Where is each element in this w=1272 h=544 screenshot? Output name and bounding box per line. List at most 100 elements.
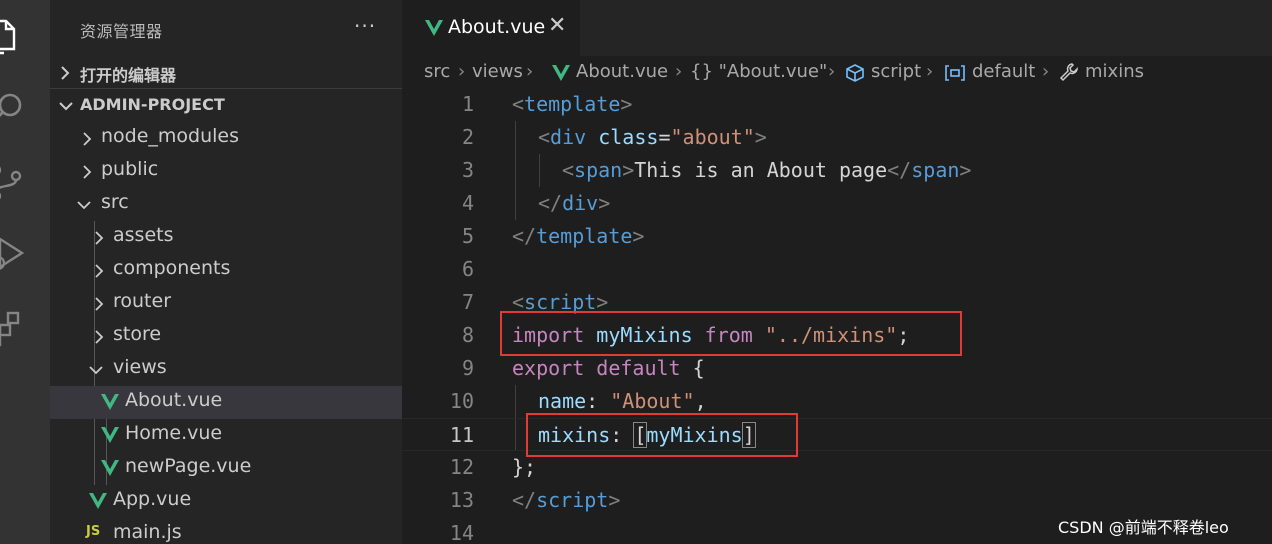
tree-item-assets[interactable]: assets bbox=[50, 221, 402, 254]
line-number: 4 bbox=[461, 191, 474, 215]
tab-about-vue[interactable]: About.vue ✕ bbox=[402, 0, 580, 56]
tree-item-label: public bbox=[101, 158, 159, 180]
line-number: 12 bbox=[449, 455, 474, 479]
code-text: </script> bbox=[512, 488, 621, 512]
breadcrumb: src › views › About.vue › {} "About.vue"… bbox=[402, 56, 1272, 88]
chevron-right-icon bbox=[61, 66, 70, 80]
editor-area: About.vue ✕ src › views › About.vue › {}… bbox=[402, 0, 1272, 544]
project-label: ADMIN-PROJECT bbox=[80, 95, 225, 114]
line-number: 9 bbox=[461, 356, 474, 380]
line-number: 8 bbox=[461, 323, 474, 347]
close-icon[interactable]: ✕ bbox=[548, 13, 566, 38]
tree-item-node-modules[interactable]: node_modules bbox=[50, 122, 402, 155]
tree-item-src[interactable]: src bbox=[50, 188, 402, 221]
wrench-icon bbox=[1059, 63, 1078, 82]
line-number: 6 bbox=[461, 257, 474, 281]
breadcrumb-item[interactable]: src bbox=[424, 61, 450, 82]
breadcrumb-separator: › bbox=[1042, 61, 1050, 82]
code-text: </div> bbox=[538, 191, 611, 215]
tree-item-newpage-vue[interactable]: newPage.vue bbox=[50, 452, 402, 485]
tree-item-label: App.vue bbox=[113, 488, 192, 510]
tree-item-label: newPage.vue bbox=[125, 455, 252, 477]
breadcrumb-separator: › bbox=[926, 61, 934, 82]
tree-item-label: components bbox=[113, 257, 231, 279]
vue-file-icon bbox=[101, 460, 119, 476]
tree-item-home-vue[interactable]: Home.vue bbox=[50, 419, 402, 452]
tree-item-public[interactable]: public bbox=[50, 155, 402, 188]
tree-item-label: views bbox=[113, 356, 167, 378]
tree-item-label: router bbox=[113, 290, 172, 312]
chevron-right-icon bbox=[95, 264, 104, 278]
chevron-right-icon bbox=[83, 132, 92, 146]
code-line: 6 bbox=[402, 253, 1272, 286]
run-debug-icon[interactable] bbox=[0, 228, 50, 278]
code-text: export default { bbox=[512, 356, 705, 380]
line-number: 3 bbox=[461, 158, 474, 182]
explorer-icon[interactable] bbox=[0, 10, 50, 60]
code-line: 1 <template> bbox=[402, 88, 1272, 121]
vue-file-icon bbox=[101, 394, 119, 410]
breadcrumb-separator: › bbox=[675, 61, 683, 82]
watermark: CSDN @前端不释卷leo bbox=[1058, 518, 1229, 537]
line-number: 7 bbox=[461, 290, 474, 314]
open-editors-section[interactable]: 打开的编辑器 bbox=[50, 56, 402, 89]
breadcrumb-item[interactable]: default bbox=[972, 61, 1035, 82]
breadcrumb-item[interactable]: mixins bbox=[1085, 61, 1144, 82]
breadcrumb-item[interactable]: views bbox=[472, 61, 523, 82]
project-section[interactable]: ADMIN-PROJECT bbox=[50, 89, 402, 122]
breadcrumb-item[interactable]: script bbox=[871, 61, 921, 82]
line-number: 11 bbox=[449, 423, 474, 447]
vue-file-icon bbox=[425, 20, 443, 36]
chevron-right-icon bbox=[95, 231, 104, 245]
tree-item-store[interactable]: store bbox=[50, 320, 402, 353]
tree-item-label: assets bbox=[113, 224, 174, 246]
vue-file-icon bbox=[552, 65, 570, 81]
code-line: 5 </template> bbox=[402, 220, 1272, 253]
line-number: 2 bbox=[461, 125, 474, 149]
line-number: 5 bbox=[461, 224, 474, 248]
code-line: 13 </script> bbox=[402, 484, 1272, 517]
tree-item-label: node_modules bbox=[101, 125, 240, 147]
tree-item-views[interactable]: views bbox=[50, 353, 402, 386]
js-file-icon: JS bbox=[86, 524, 101, 539]
breadcrumb-separator: › bbox=[458, 61, 466, 82]
chevron-down-icon bbox=[77, 201, 91, 210]
search-icon[interactable] bbox=[0, 84, 50, 134]
code-text: <span>This is an About page</span> bbox=[562, 158, 972, 182]
code-editor[interactable]: 1 <template> 2 <div class="about"> 3 <sp… bbox=[402, 88, 1272, 544]
breadcrumb-item[interactable]: About.vue bbox=[576, 61, 668, 82]
chevron-right-icon bbox=[95, 330, 104, 344]
tree-item-components[interactable]: components bbox=[50, 254, 402, 287]
tree-item-about-vue[interactable]: About.vue bbox=[50, 386, 402, 419]
code-text: }; bbox=[512, 455, 537, 479]
explorer-sidebar: 资源管理器 ··· 打开的编辑器 ADMIN-PROJECT node_modu… bbox=[50, 0, 402, 544]
source-control-icon[interactable] bbox=[0, 157, 50, 207]
tree-item-main-js[interactable]: JS main.js bbox=[50, 518, 402, 544]
tree-item-label: store bbox=[113, 323, 162, 345]
extensions-icon[interactable] bbox=[0, 302, 50, 352]
tree-item-label: About.vue bbox=[125, 389, 223, 411]
breadcrumb-separator: › bbox=[526, 61, 534, 82]
more-actions-icon[interactable]: ··· bbox=[354, 14, 376, 38]
tree-item-label: src bbox=[101, 191, 129, 213]
tree-item-router[interactable]: router bbox=[50, 287, 402, 320]
code-line: 2 <div class="about"> bbox=[402, 121, 1272, 154]
code-text: <div class="about"> bbox=[538, 125, 767, 149]
line-number: 1 bbox=[461, 92, 474, 116]
vue-file-icon bbox=[89, 493, 107, 509]
code-text: </template> bbox=[512, 224, 645, 248]
line-number: 10 bbox=[449, 389, 474, 413]
chevron-right-icon bbox=[95, 297, 104, 311]
chevron-down-icon bbox=[89, 366, 103, 375]
tree-item-label: Home.vue bbox=[125, 422, 223, 444]
explorer-header: 资源管理器 ··· bbox=[50, 0, 402, 58]
breadcrumb-item[interactable]: {} "About.vue" bbox=[690, 61, 827, 82]
code-line: 3 <span>This is an About page</span> bbox=[402, 154, 1272, 187]
vue-file-icon bbox=[101, 427, 119, 443]
cube-icon bbox=[846, 64, 864, 82]
tree-item-app-vue[interactable]: App.vue bbox=[50, 485, 402, 518]
code-line: 4 </div> bbox=[402, 187, 1272, 220]
chevron-down-icon bbox=[59, 102, 73, 111]
open-editors-label: 打开的编辑器 bbox=[80, 66, 177, 85]
line-number: 14 bbox=[449, 521, 474, 544]
